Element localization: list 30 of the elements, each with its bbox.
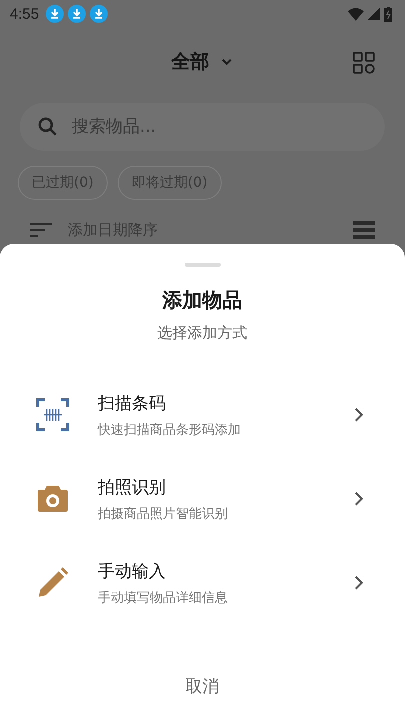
battery-icon [384, 6, 393, 22]
signal-icon [368, 8, 380, 20]
option-title: 扫描条码 [98, 392, 167, 414]
barcode-scan-icon [36, 398, 70, 432]
option-title: 拍照识别 [98, 476, 167, 498]
option-row[interactable]: 拍照识别 拍摄商品照片智能识别 [0, 457, 405, 541]
option-row[interactable]: 扫描条码 快速扫描商品条形码添加 [0, 373, 405, 457]
option-row[interactable]: 手动输入 手动填写物品详细信息 [0, 541, 405, 625]
pencil-icon [36, 566, 70, 600]
chevron-right-icon [353, 491, 365, 507]
list-view-icon[interactable] [353, 221, 375, 239]
status-time: 4:55 [10, 6, 40, 22]
chevron-right-icon [353, 407, 365, 423]
grid-icon[interactable] [353, 52, 375, 74]
wifi-icon [348, 8, 364, 20]
search-icon [38, 117, 58, 137]
cancel-button[interactable]: 取消 [166, 669, 240, 704]
option-description: 手动填写物品详细信息 [98, 590, 229, 606]
download-icon [90, 5, 108, 23]
option-description: 快速扫描商品条形码添加 [98, 422, 242, 438]
sort-icon[interactable] [30, 223, 52, 237]
category-title[interactable]: 全部 [172, 49, 210, 75]
option-title: 手动输入 [98, 560, 167, 582]
drag-handle[interactable] [184, 263, 220, 267]
download-icon [68, 5, 86, 23]
download-icon [46, 5, 64, 23]
chevron-right-icon [353, 575, 365, 591]
option-description: 拍摄商品照片智能识别 [98, 506, 229, 522]
sheet-subtitle: 选择添加方式 [158, 324, 248, 343]
sheet-title: 添加物品 [162, 287, 242, 314]
